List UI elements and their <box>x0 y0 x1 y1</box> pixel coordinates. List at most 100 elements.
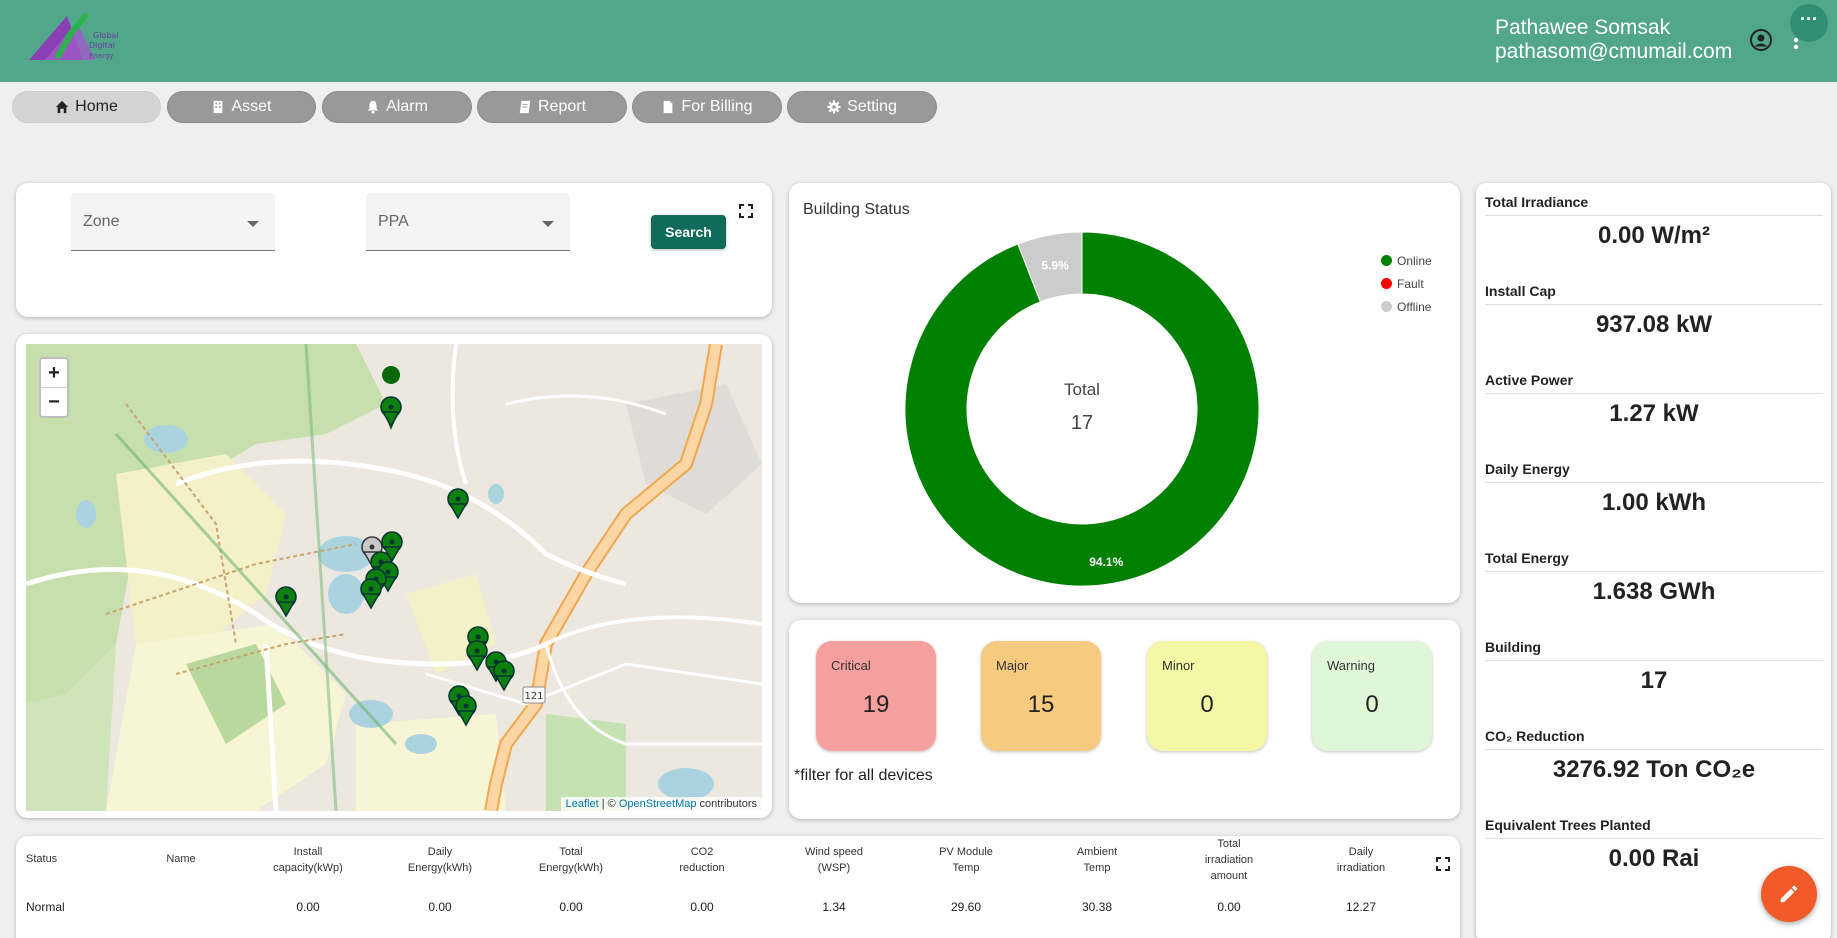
legend-dot <box>1381 301 1392 312</box>
pencil-icon <box>1780 885 1798 903</box>
building-icon <box>214 100 223 114</box>
stat-value: 937.08 kW <box>1595 311 1713 338</box>
edit-fab-button[interactable] <box>1761 866 1817 922</box>
column-header[interactable]: Wind speed (WSP) <box>774 844 894 876</box>
column-header[interactable]: Daily Energy(kWh) <box>380 844 500 876</box>
zone-select[interactable]: Zone <box>71 193 275 251</box>
filter-panel: Zone PPA Search <box>16 183 772 317</box>
legend-label: Fault <box>1397 276 1424 291</box>
column-header[interactable]: Total irradiation amount <box>1169 836 1289 884</box>
column-header[interactable]: Install capacity(kWp) <box>248 844 368 876</box>
nav-home-label: Home <box>75 98 118 115</box>
stat-label: Active Power <box>1485 372 1823 394</box>
stat-value: 17 <box>1640 667 1668 694</box>
stat-label: Equivalent Trees Planted <box>1485 817 1823 839</box>
chevron-down-icon <box>542 221 554 227</box>
nav-setting-button[interactable]: Setting <box>787 91 937 123</box>
zoom-control: + − <box>39 357 69 418</box>
table-cell: 30.38 <box>1081 900 1113 914</box>
stat-total-irradiance: Total Irradiance 0.00 W/m² <box>1485 194 1823 250</box>
gear-icon <box>827 100 841 114</box>
map-panel: 121 + − Leaflet | © OpenStreetMap contri… <box>16 334 772 818</box>
route-label: 121 <box>524 691 543 702</box>
site-map[interactable]: 121 + − Leaflet | © OpenStreetMap contri… <box>26 344 762 811</box>
legend-label: Offline <box>1397 299 1432 314</box>
legend-label: Online <box>1397 253 1432 268</box>
legend-dot <box>1381 278 1392 289</box>
map-tiles[interactable]: 121 <box>26 344 762 811</box>
stat-value: 1.27 kW <box>1609 400 1699 427</box>
stat-active-power: Active Power 1.27 kW <box>1485 372 1823 428</box>
column-header[interactable]: Ambient Temp <box>1037 844 1157 876</box>
column-header[interactable]: CO2 reduction <box>642 844 762 876</box>
stat-daily-energy: Daily Energy 1.00 kWh <box>1485 461 1823 517</box>
alarm-minor-count: 0 <box>1200 691 1214 718</box>
zoom-out-button[interactable]: − <box>41 388 67 417</box>
alarm-major-card[interactable]: Major 15 <box>981 641 1101 751</box>
account-circle-icon[interactable] <box>1749 28 1773 52</box>
chevron-down-icon <box>247 221 259 227</box>
alarm-warning-count: 0 <box>1365 691 1379 718</box>
alarm-warning-label: Warning <box>1327 658 1375 673</box>
nav-billing-label: For Billing <box>681 98 753 115</box>
fullscreen-icon[interactable] <box>1435 856 1451 872</box>
building-status-donut[interactable]: Total 17 94.1% 5.9% <box>902 229 1262 589</box>
svg-text:Energy: Energy <box>89 52 114 60</box>
osm-link[interactable]: OpenStreetMap <box>619 798 697 810</box>
column-header[interactable]: Total Energy(kWh) <box>511 844 631 876</box>
zone-select-label: Zone <box>83 213 120 230</box>
alarm-critical-label: Critical <box>831 658 871 673</box>
alarm-warning-card[interactable]: Warning 0 <box>1312 641 1432 751</box>
nav-setting-label: Setting <box>847 98 897 115</box>
table-cell: 0.00 <box>559 900 583 914</box>
stat-value: 0.00 W/m² <box>1597 222 1711 249</box>
stat-trees-planted: Equivalent Trees Planted 0.00 Rai <box>1485 817 1823 873</box>
zoom-in-button[interactable]: + <box>41 359 67 388</box>
table-cell: 1.34 <box>822 900 846 914</box>
attribution-separator: | © <box>598 798 619 810</box>
alarm-filter-note: *filter for all devices <box>794 767 933 784</box>
search-button[interactable]: Search <box>651 215 726 249</box>
table-cell: 0.00 <box>296 900 320 914</box>
stat-label: Building <box>1485 639 1823 661</box>
column-header[interactable]: Daily irradiation <box>1301 844 1421 876</box>
stat-value: 1.00 kWh <box>1601 489 1707 516</box>
alarm-critical-card[interactable]: Critical 19 <box>816 641 936 751</box>
stat-value: 0.00 Rai <box>1608 845 1700 872</box>
column-header[interactable]: Status <box>26 851 57 867</box>
legend-item-online[interactable]: Online <box>1381 249 1432 272</box>
leaflet-link[interactable]: Leaflet <box>566 798 599 810</box>
alarm-major-label: Major <box>996 658 1029 673</box>
svg-text:Digital: Digital <box>89 41 115 50</box>
nav-home-button[interactable]: Home <box>12 91 161 123</box>
fullscreen-icon[interactable] <box>738 203 754 219</box>
app-header: Global Digital Energy Pathawee Somsak pa… <box>0 0 1837 82</box>
nav-asset-label: Asset <box>231 98 272 115</box>
table-cell: 0.00 <box>1217 900 1241 914</box>
nav-billing-button[interactable]: For Billing <box>632 91 782 123</box>
table-cell: 0.00 <box>690 900 714 914</box>
more-horiz-button[interactable]: ··· <box>1790 4 1828 42</box>
stat-label: Daily Energy <box>1485 461 1823 483</box>
donut-center-label: Total <box>1064 380 1100 399</box>
nav-alarm-button[interactable]: Alarm <box>322 91 472 123</box>
alarm-minor-label: Minor <box>1162 658 1195 673</box>
user-name: Pathawee Somsak <box>1495 16 1671 39</box>
legend-item-fault[interactable]: Fault <box>1381 272 1432 295</box>
alarm-minor-card[interactable]: Minor 0 <box>1147 641 1267 751</box>
ppa-select[interactable]: PPA <box>366 193 570 251</box>
column-header[interactable]: Name <box>121 851 241 867</box>
column-header[interactable]: PV Module Temp <box>906 844 1026 876</box>
ppa-select-label: PPA <box>378 213 409 230</box>
table-cell: Normal <box>26 900 65 914</box>
nav-asset-button[interactable]: Asset <box>167 91 316 123</box>
stat-label: CO₂ Reduction <box>1485 728 1823 750</box>
legend-item-offline[interactable]: Offline <box>1381 295 1432 318</box>
stat-label: Total Energy <box>1485 550 1823 572</box>
alarm-summary-panel: Critical 19 Major 15 Minor 0 Warning 0 *… <box>789 620 1460 819</box>
user-info: Pathawee Somsak pathasom@cmumail.com <box>1495 16 1732 64</box>
nav-report-button[interactable]: Report <box>477 91 627 123</box>
company-logo[interactable]: Global Digital Energy <box>27 8 131 70</box>
donut-data-label: 5.9% <box>1041 259 1069 273</box>
file-icon <box>664 100 673 114</box>
